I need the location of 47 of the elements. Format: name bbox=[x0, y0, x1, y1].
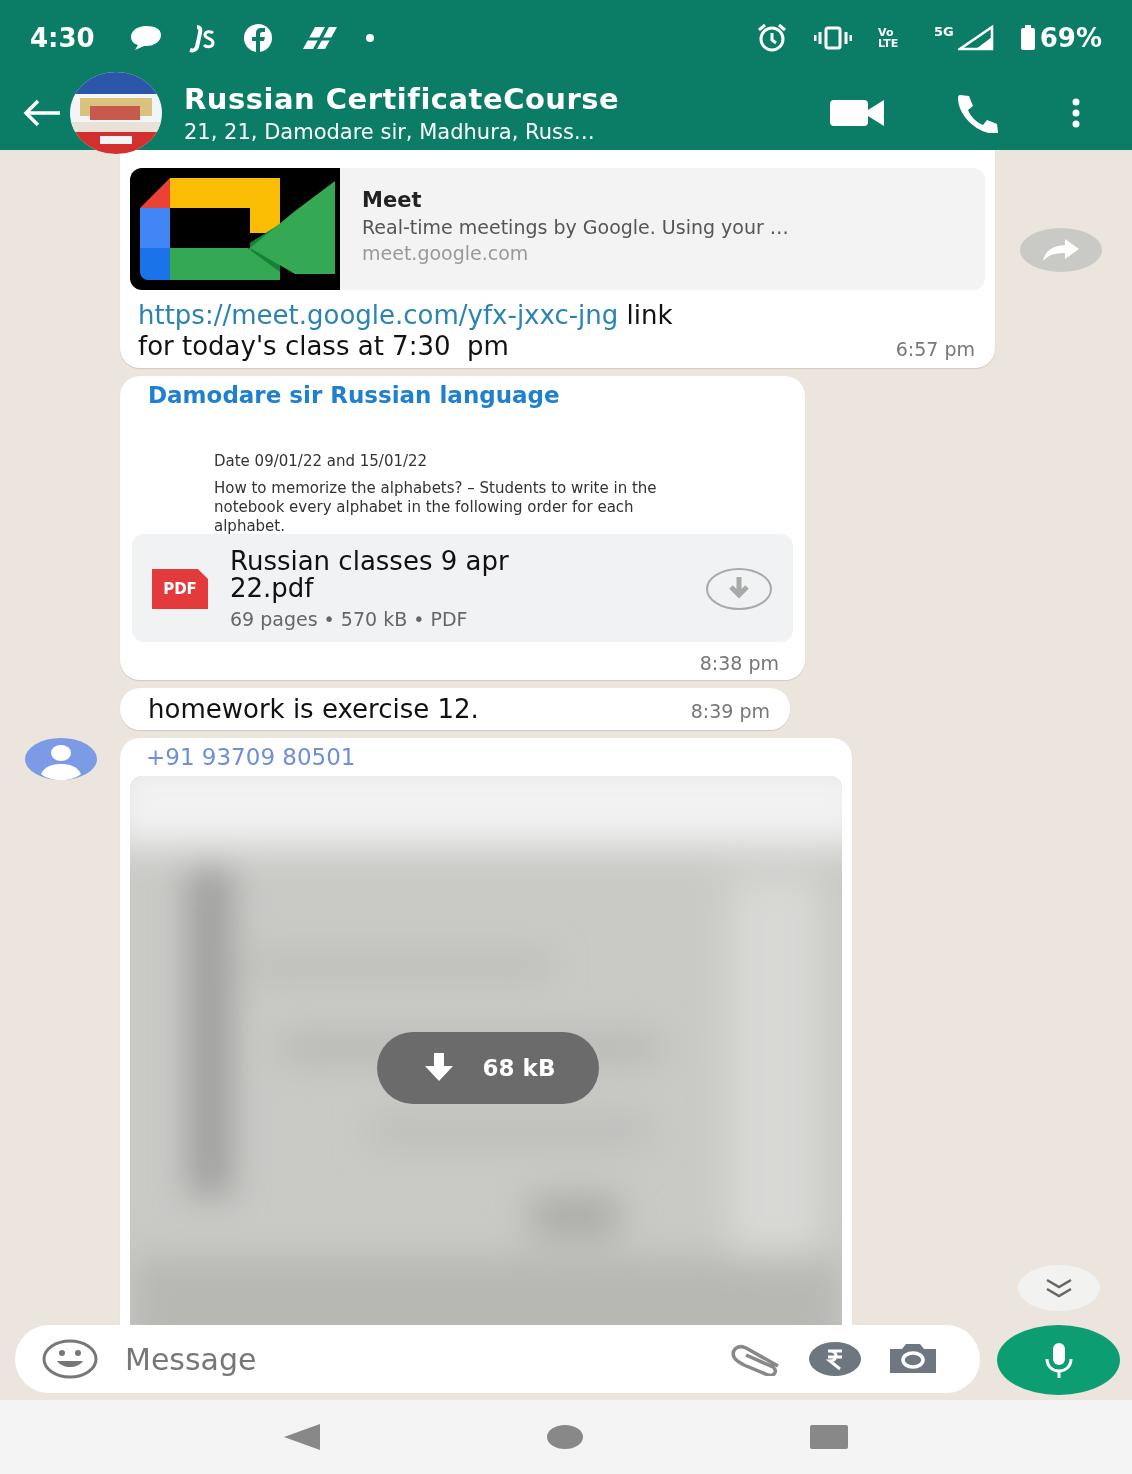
sender-name[interactable]: Damodare sir Russian language bbox=[132, 382, 793, 408]
file-attachment[interactable]: PDF Russian classes 9 apr 22.pdf 69 pages • 570 kB • PDF bbox=[132, 534, 793, 642]
message-time: 8:39 pm bbox=[690, 700, 770, 724]
back-arrow-icon[interactable] bbox=[22, 97, 62, 128]
battery-icon bbox=[1019, 24, 1036, 51]
message-text: homework is exercise 12. bbox=[148, 694, 479, 724]
emoji-icon[interactable] bbox=[41, 1339, 99, 1379]
signal-icon bbox=[957, 24, 994, 51]
preview-domain: meet.google.com bbox=[362, 242, 530, 264]
home-icon[interactable] bbox=[547, 1425, 583, 1449]
dot-icon bbox=[364, 32, 375, 43]
message-link[interactable]: https://meet.google.com/yfx-jxxc-jng bbox=[138, 300, 619, 330]
microphone-icon bbox=[1043, 1341, 1074, 1379]
preview-description: Real-time meetings by Google. Using your … bbox=[362, 216, 789, 238]
avatar-icon[interactable] bbox=[25, 738, 97, 780]
participants-list: 21, 21, Damodare sir, Madhura, Russ… bbox=[184, 119, 830, 144]
alarm-icon bbox=[756, 22, 789, 53]
double-chevron-icon bbox=[1044, 1277, 1074, 1299]
back-icon[interactable] bbox=[283, 1424, 320, 1450]
message-composer[interactable]: Message bbox=[15, 1325, 980, 1393]
rupee-icon[interactable] bbox=[808, 1341, 862, 1377]
recents-icon[interactable] bbox=[810, 1425, 849, 1449]
facebook-icon bbox=[242, 22, 273, 53]
sender-name[interactable]: +91 93709 80501 bbox=[130, 744, 842, 770]
file-name: Russian classes 9 apr 22.pdf bbox=[230, 548, 510, 602]
share-arrow-icon bbox=[1041, 237, 1081, 263]
script-logo-icon bbox=[188, 22, 217, 53]
download-button[interactable]: 68 kB bbox=[377, 1032, 599, 1104]
volte-label: Vo LTE bbox=[878, 26, 900, 49]
preview-title: Meet bbox=[362, 188, 423, 212]
menu-icon[interactable] bbox=[1070, 97, 1082, 128]
chat-title[interactable]: Russian CertificateCourse bbox=[184, 81, 830, 116]
document-text: Date 09/01/22 and 15/01/22 bbox=[214, 452, 429, 471]
pdf-icon: PDF bbox=[152, 569, 208, 609]
message-field[interactable]: Message bbox=[123, 1340, 704, 1378]
message-time: 8:38 pm bbox=[699, 652, 779, 676]
meet-logo-icon bbox=[130, 168, 340, 290]
battery-percent: 69% bbox=[1039, 22, 1102, 53]
vibrate-icon bbox=[814, 25, 853, 50]
link-preview[interactable]: Meet Real-time meetings by Google. Using your … meet.google.com bbox=[130, 168, 985, 290]
chat-bubble-icon bbox=[128, 23, 163, 52]
status-time: 4:30 bbox=[30, 22, 95, 53]
document-text: How to memorize the alphabets? – Students to write in the notebook every alphabet in the following order for each alphabet. bbox=[214, 479, 658, 536]
file-details: 69 pages • 570 kB • PDF bbox=[230, 608, 469, 630]
network-label: 5G bbox=[934, 24, 954, 39]
message-text: https://meet.google.com/yfx-jxxc-jng link for today's class at 7:30 pm bbox=[138, 300, 674, 362]
message-time: 6:57 pm bbox=[895, 338, 975, 362]
